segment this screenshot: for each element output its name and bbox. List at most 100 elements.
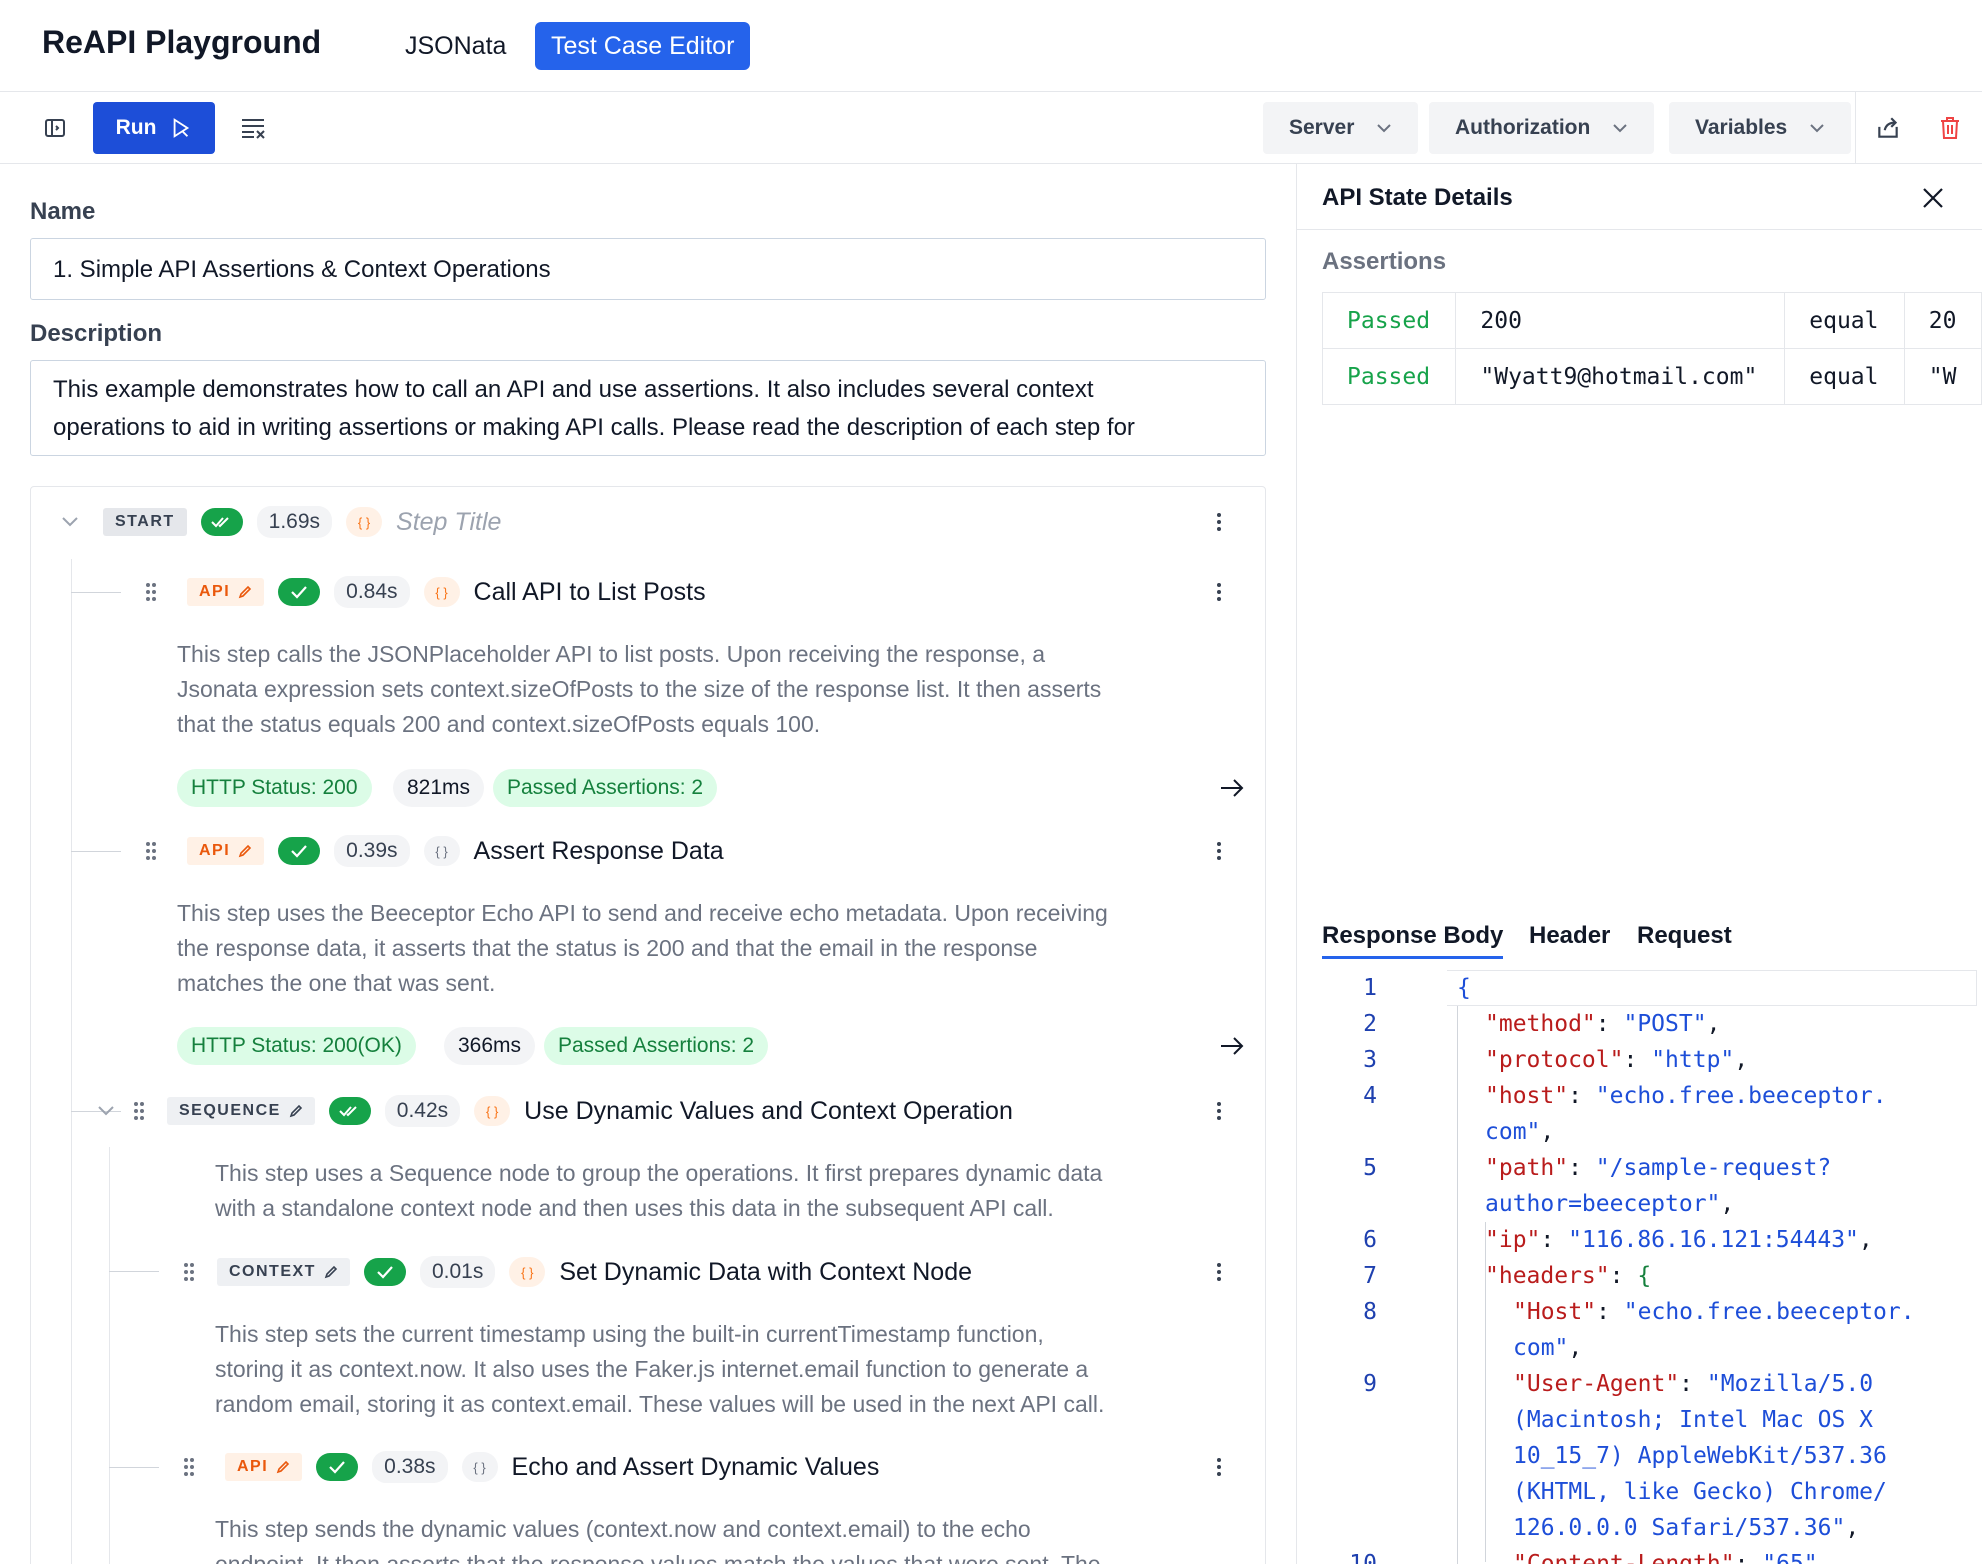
more-vertical-icon[interactable]	[1209, 831, 1229, 871]
chevron-down-icon[interactable]	[61, 516, 79, 528]
code-line: "headers": {	[1485, 1263, 1652, 1289]
more-vertical-icon[interactable]	[1209, 572, 1229, 612]
step-type-label: SEQUENCE	[179, 1102, 281, 1119]
run-button[interactable]: Run	[93, 102, 215, 154]
chevron-down-icon[interactable]	[97, 1105, 115, 1117]
description-line: Jsonata expression sets context.sizeOfPo…	[177, 676, 1102, 702]
chevron-down-icon	[1810, 124, 1824, 133]
table-row: Passed 200 equal 20	[1321, 292, 1982, 349]
description-line: This step uses the Beeceptor Echo API to…	[177, 900, 1108, 926]
braces-icon[interactable]: { }	[474, 1096, 511, 1126]
assertion-expected: "W	[1903, 348, 1982, 405]
step-title[interactable]: Echo and Assert Dynamic Values	[512, 1453, 880, 1482]
description-line: This step sets the current timestamp usi…	[215, 1321, 1044, 1347]
variables-dropdown[interactable]: Variables	[1669, 102, 1852, 154]
step-start[interactable]: START 1.69s { } Step Title	[61, 502, 501, 542]
pencil-icon[interactable]	[289, 1104, 303, 1118]
braces-icon[interactable]: { }	[423, 836, 460, 866]
step-echo-assert[interactable]: API 0.38s { } Echo and Assert Dynamic Va…	[179, 1447, 879, 1487]
code-line: (KHTML, like Gecko) Chrome/	[1513, 1479, 1887, 1505]
step-description: This step sets the current timestamp usi…	[215, 1317, 1104, 1422]
braces-icon[interactable]: { }	[346, 507, 383, 537]
check-icon	[316, 1453, 359, 1481]
clear-results-icon[interactable]	[233, 108, 273, 148]
tab-request[interactable]: Request	[1637, 922, 1732, 950]
tab-response-body[interactable]: Response Body	[1322, 922, 1504, 959]
step-title[interactable]: Step Title	[396, 508, 501, 537]
assertion-operator: equal	[1784, 292, 1905, 349]
step-type-badge: API	[225, 1453, 303, 1481]
pencil-icon[interactable]	[238, 585, 252, 599]
json-key: "headers"	[1485, 1263, 1610, 1289]
json-key: "method"	[1485, 1011, 1596, 1037]
delete-icon[interactable]	[1930, 108, 1970, 148]
drag-handle-icon[interactable]	[179, 1257, 199, 1287]
step-call-api-list-posts[interactable]: API 0.84s { } Call API to List Posts	[141, 572, 706, 612]
indent-guide	[1457, 1006, 1458, 1564]
tab-header[interactable]: Header	[1529, 922, 1610, 950]
assertion-operator: equal	[1784, 348, 1905, 405]
more-vertical-icon[interactable]	[1209, 502, 1229, 542]
arrow-right-icon[interactable]	[1217, 1031, 1247, 1061]
description-textarea[interactable]: This example demonstrates how to call an…	[30, 360, 1266, 456]
check-icon	[278, 578, 321, 606]
run-label: Run	[115, 116, 157, 139]
json-value: "Mozilla/5.0	[1706, 1371, 1874, 1397]
json-key: "Host"	[1513, 1299, 1597, 1325]
step-title[interactable]: Set Dynamic Data with Context Node	[559, 1258, 972, 1287]
sidebar-toggle-icon[interactable]	[35, 108, 75, 148]
drag-handle-icon[interactable]	[141, 836, 161, 866]
braces-icon[interactable]: { }	[423, 577, 460, 607]
close-icon[interactable]	[1915, 180, 1951, 216]
tab-test-case-editor[interactable]: Test Case Editor	[535, 22, 751, 70]
more-vertical-icon[interactable]	[1209, 1447, 1229, 1487]
braces-icon[interactable]: { }	[461, 1452, 498, 1482]
pencil-icon[interactable]	[238, 844, 252, 858]
more-vertical-icon[interactable]	[1209, 1091, 1229, 1131]
authorization-dropdown[interactable]: Authorization	[1429, 102, 1655, 154]
line-number: 5	[1363, 1155, 1377, 1181]
steps-tree: START 1.69s { } Step Title API 0.84s { }…	[30, 486, 1266, 1564]
drag-handle-icon[interactable]	[129, 1096, 149, 1126]
code-line: "ip": "116.86.16.121:54443",	[1485, 1227, 1873, 1253]
server-label: Server	[1289, 116, 1355, 139]
variables-label: Variables	[1695, 116, 1788, 139]
name-label: Name	[30, 198, 96, 225]
drag-handle-icon[interactable]	[141, 577, 161, 607]
tab-jsonata[interactable]: JSONata	[389, 22, 522, 70]
server-dropdown[interactable]: Server	[1263, 102, 1419, 154]
json-value: "http"	[1651, 1047, 1735, 1073]
step-sequence-dynamic-values[interactable]: SEQUENCE 0.42s { } Use Dynamic Values an…	[97, 1091, 1013, 1131]
pencil-icon[interactable]	[324, 1265, 338, 1279]
step-title[interactable]: Call API to List Posts	[474, 578, 706, 607]
json-key: "User-Agent"	[1513, 1371, 1680, 1397]
drag-handle-icon[interactable]	[179, 1452, 199, 1482]
step-title[interactable]: Assert Response Data	[474, 837, 724, 866]
step-set-dynamic-data[interactable]: CONTEXT 0.01s { } Set Dynamic Data with …	[179, 1252, 972, 1292]
step-type-badge: API	[187, 578, 265, 606]
step-duration: 0.01s	[419, 1256, 496, 1288]
step-description: This step sends the dynamic values (cont…	[215, 1512, 1101, 1564]
more-vertical-icon[interactable]	[1209, 1252, 1229, 1292]
step-assert-response-data[interactable]: API 0.39s { } Assert Response Data	[141, 831, 724, 871]
share-icon[interactable]	[1868, 108, 1908, 148]
description-line: matches the one that was sent.	[177, 970, 496, 996]
response-body-editor[interactable]: 1 2 3 4 5 6 7 8 9 10 { "method": "POST",…	[1297, 970, 1982, 1564]
step-duration: 0.38s	[372, 1451, 448, 1483]
line-number: 2	[1363, 1011, 1377, 1037]
tree-branch	[71, 851, 121, 852]
step-type-label: API	[199, 583, 231, 600]
json-value: 126.0.0.0 Safari/537.36"	[1513, 1515, 1846, 1541]
name-input[interactable]: 1. Simple API Assertions & Context Opera…	[30, 238, 1266, 300]
pencil-icon[interactable]	[276, 1460, 290, 1474]
assertion-status: Passed	[1321, 292, 1457, 349]
step-description: This step uses a Sequence node to group …	[215, 1156, 1102, 1226]
step-title[interactable]: Use Dynamic Values and Context Operation	[524, 1097, 1013, 1126]
json-value: "echo.free.beeceptor.	[1595, 1083, 1887, 1109]
code-line: "User-Agent": "Mozilla/5.0	[1513, 1371, 1874, 1397]
response-tabs: Response Body Header Request	[1297, 904, 1982, 966]
step-description: This step uses the Beeceptor Echo API to…	[177, 896, 1108, 1001]
braces-icon[interactable]: { }	[509, 1257, 546, 1287]
code-line: (Macintosh; Intel Mac OS X	[1513, 1407, 1874, 1433]
arrow-right-icon[interactable]	[1217, 773, 1247, 803]
